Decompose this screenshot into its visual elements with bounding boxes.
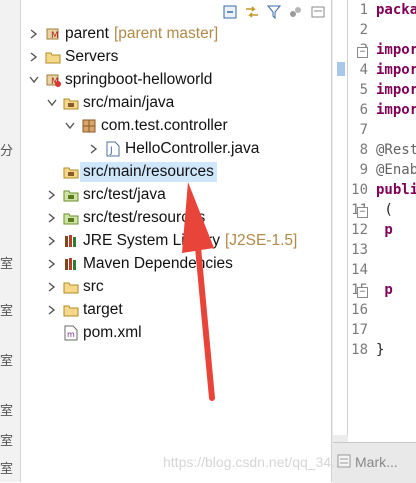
annotation-arrow	[182, 182, 215, 401]
